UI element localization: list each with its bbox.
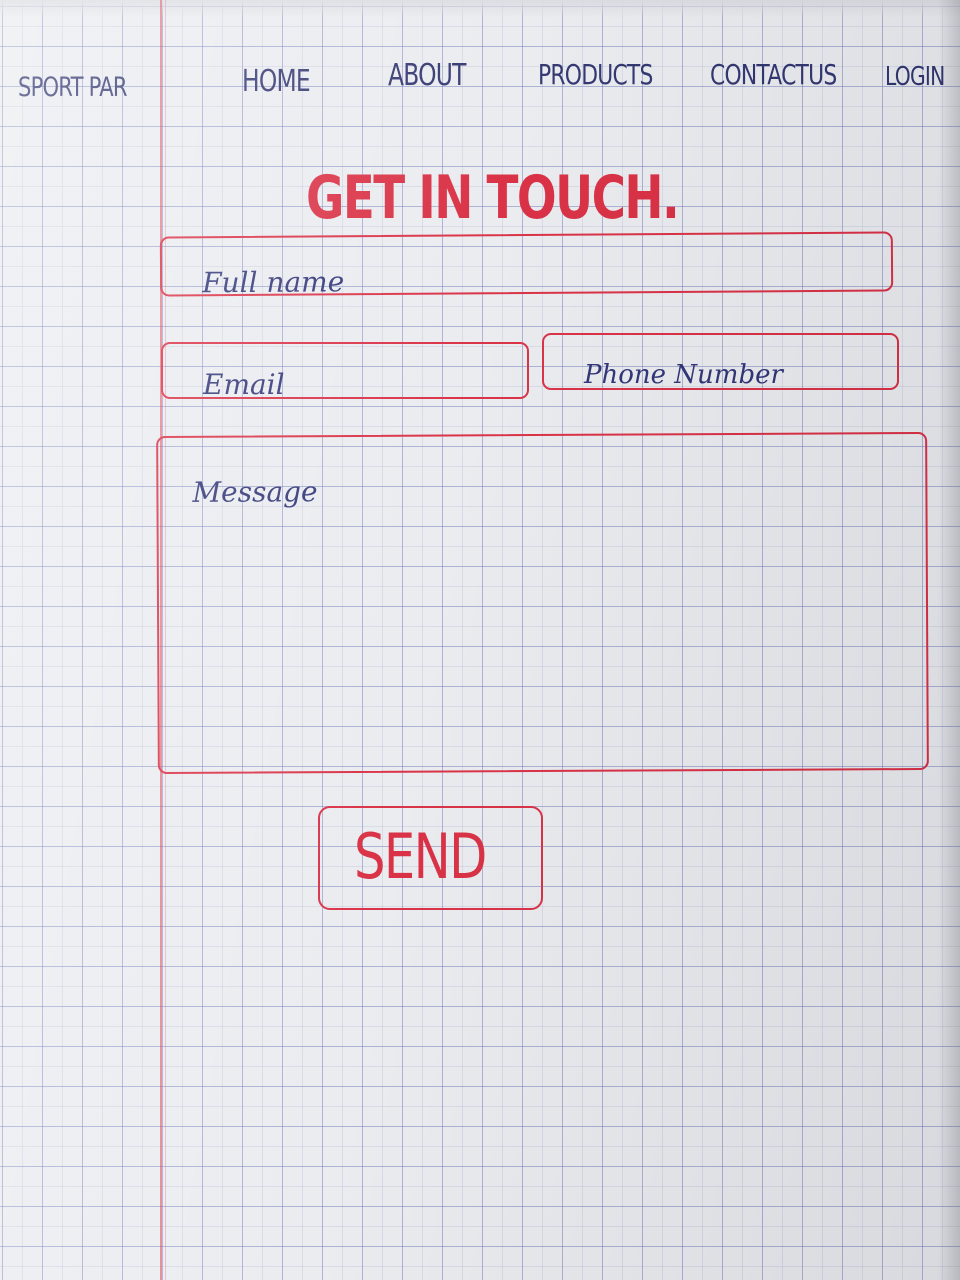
page-title: GET IN TOUCH. [306, 163, 680, 234]
email-placeholder: Email [203, 368, 285, 401]
top-navigation: SPORT PAR HOME ABOUT PRODUCTS CONTACTUS … [0, 58, 960, 108]
send-button-label: SEND [354, 820, 487, 893]
nav-item-home[interactable]: HOME [242, 64, 311, 99]
paper-right-edge [938, 0, 960, 1280]
nav-item-about[interactable]: ABOUT [388, 58, 466, 93]
nav-item-products[interactable]: PRODUCTS [538, 58, 653, 91]
full-name-field[interactable]: Full name [159, 231, 894, 300]
phone-number-placeholder: Phone Number [584, 360, 783, 390]
message-textarea[interactable]: Message [156, 431, 929, 775]
send-button[interactable]: SEND [318, 806, 543, 910]
email-field[interactable]: Email [161, 342, 529, 401]
message-placeholder: Message [192, 475, 318, 509]
paper-top-edge [0, 0, 960, 18]
brand-logo[interactable]: SPORT PAR [18, 72, 127, 103]
nav-item-contact-us[interactable]: CONTACTUS [710, 58, 837, 91]
phone-number-field[interactable]: Phone Number [542, 333, 899, 390]
nav-item-login[interactable]: LOGIN [885, 62, 945, 92]
full-name-placeholder: Full name [202, 265, 345, 300]
